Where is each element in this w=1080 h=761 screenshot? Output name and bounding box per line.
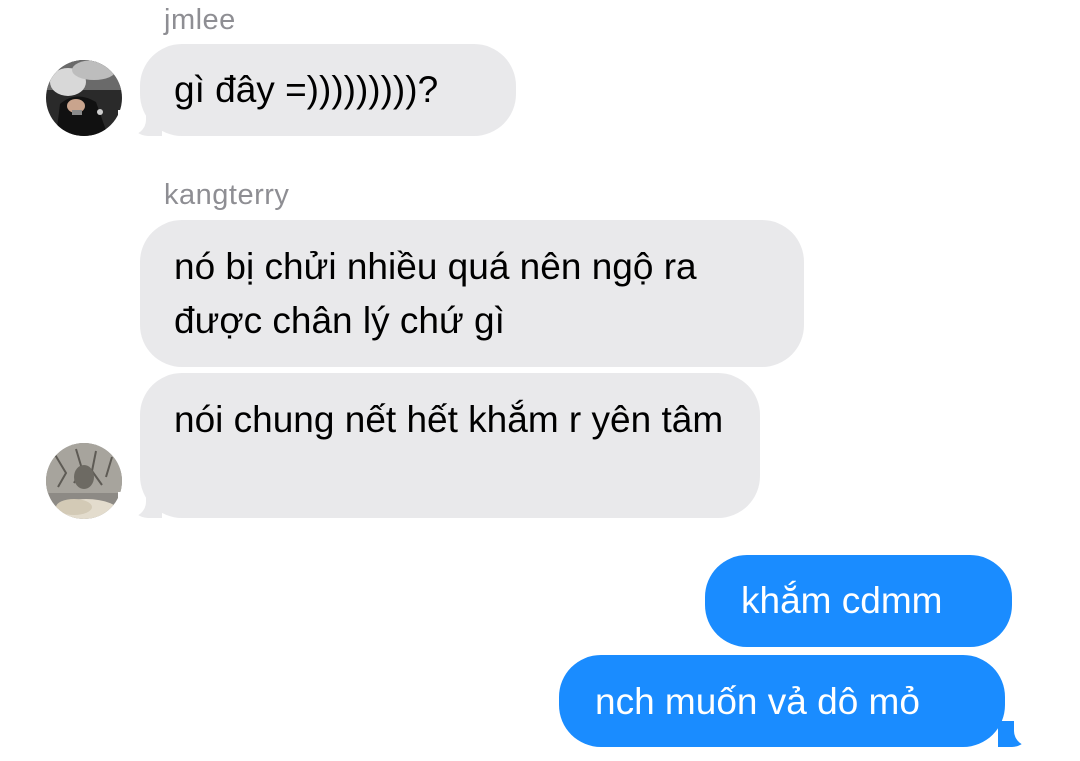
- message-text: gì đây =)))))))))?: [174, 69, 439, 110]
- message-text: nó bị chửi nhiều quá nên ngộ ra được châ…: [174, 246, 697, 341]
- message-bubble-incoming[interactable]: gì đây =)))))))))?: [140, 44, 516, 136]
- sender-name-jmlee: jmlee: [164, 4, 236, 36]
- avatar-jmlee[interactable]: [46, 60, 122, 136]
- message-text: nói chung nết hết khắm r yên tâm: [174, 399, 724, 440]
- avatar-photo-dark-icon: [46, 60, 122, 136]
- message-text: khắm cdmm: [741, 580, 943, 621]
- chat-transcript: jmlee gì đây =)))))))))? kangterry nó bị…: [0, 0, 1080, 761]
- message-bubble-incoming[interactable]: nói chung nết hết khắm r yên tâm: [140, 373, 760, 518]
- sender-name-kangterry: kangterry: [164, 179, 290, 211]
- bubble-tail: [998, 721, 1042, 747]
- message-bubble-outgoing[interactable]: khắm cdmm: [705, 555, 1012, 647]
- avatar-kangterry[interactable]: [46, 443, 122, 519]
- avatar-photo-grey-icon: [46, 443, 122, 519]
- message-text: nch muốn vả dô mỏ: [595, 681, 920, 722]
- message-bubble-incoming[interactable]: nó bị chửi nhiều quá nên ngộ ra được châ…: [140, 220, 804, 367]
- message-bubble-outgoing[interactable]: nch muốn vả dô mỏ: [559, 655, 1005, 747]
